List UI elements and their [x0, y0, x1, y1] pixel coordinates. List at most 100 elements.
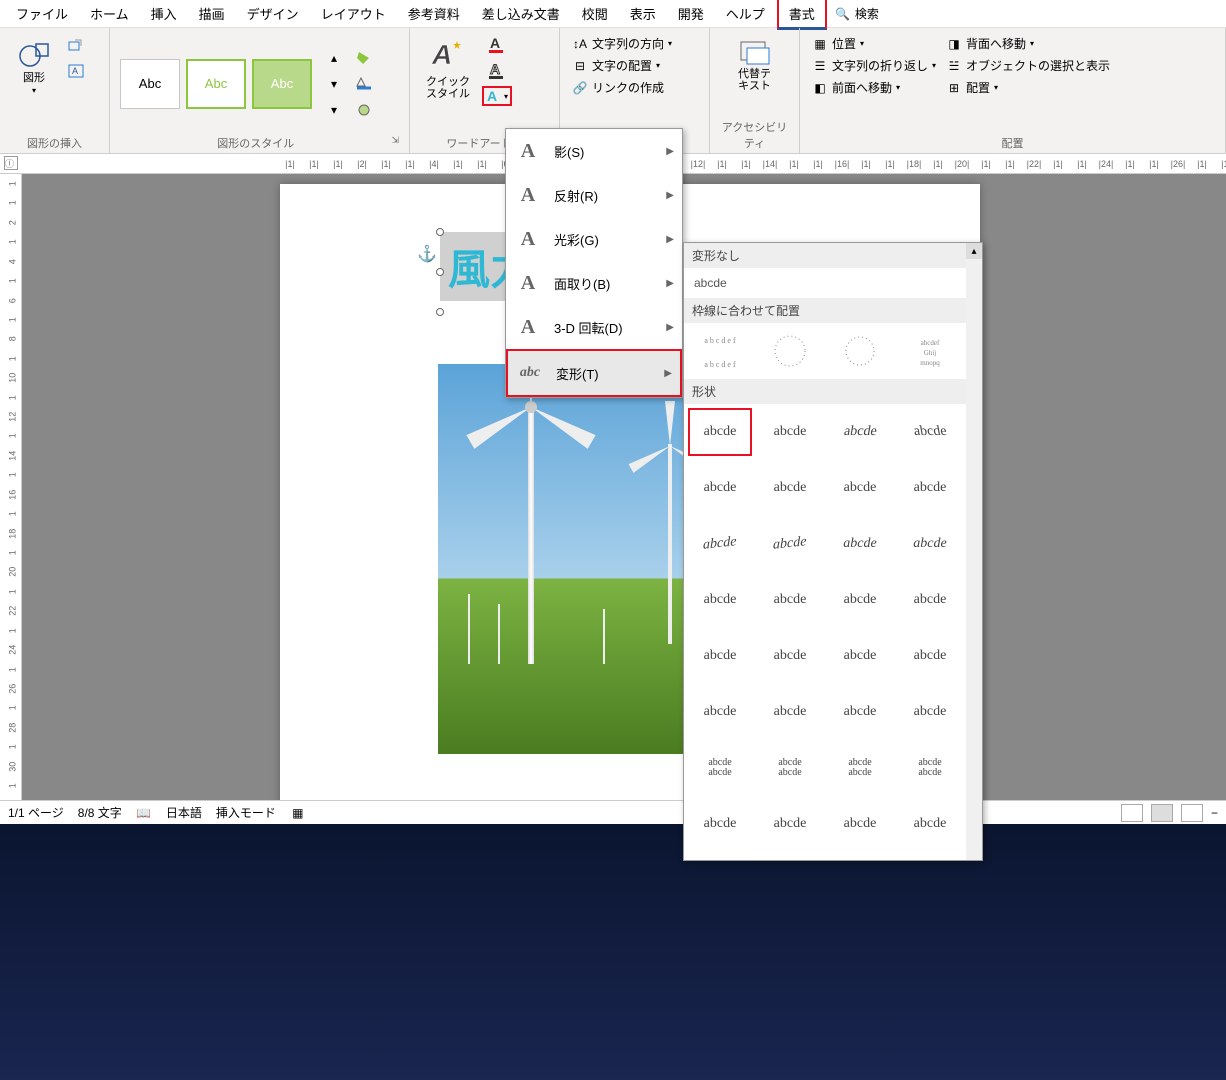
view-read-button[interactable]: [1121, 804, 1143, 822]
warp-frame-1[interactable]: a b c d e fa b c d e f: [688, 327, 752, 375]
menu-developer[interactable]: 開発: [668, 0, 714, 27]
warp-shape-14[interactable]: abcde: [828, 576, 892, 624]
warp-frame-4[interactable]: abcdefGhijmnopq: [898, 327, 962, 375]
text-direction-button[interactable]: ↕A文字列の方向 ▾: [570, 34, 674, 53]
warp-shape-23[interactable]: abcde: [898, 688, 962, 736]
warp-shape-9[interactable]: abcde: [758, 520, 822, 568]
status-words[interactable]: 8/8 文字: [78, 804, 122, 821]
gallery-scrollbar[interactable]: ▴: [966, 243, 982, 860]
view-print-button[interactable]: [1151, 804, 1173, 822]
warp-shape-29[interactable]: abcde: [758, 800, 822, 848]
menu-file[interactable]: ファイル: [6, 0, 78, 27]
warp-shape-6[interactable]: abcde: [828, 464, 892, 512]
warp-shape-22[interactable]: abcde: [828, 688, 892, 736]
warp-shape-25[interactable]: abcdeabcde: [758, 744, 822, 792]
warp-shape-31[interactable]: abcde: [898, 800, 962, 848]
menu-format[interactable]: 書式: [777, 0, 827, 30]
menu-layout[interactable]: レイアウト: [311, 0, 396, 27]
dropdown-item-4[interactable]: A3-D 回転(D)▶: [506, 305, 682, 349]
style-sample-3[interactable]: Abc: [252, 59, 312, 109]
create-link-button[interactable]: 🔗リンクの作成: [570, 78, 674, 97]
view-web-button[interactable]: [1181, 804, 1203, 822]
style-sample-2[interactable]: Abc: [186, 59, 246, 109]
warp-shape-24[interactable]: abcdeabcde: [688, 744, 752, 792]
alt-text-button[interactable]: 代替テ キスト: [731, 34, 779, 96]
text-fill-button[interactable]: A: [485, 34, 509, 56]
warp-shape-7[interactable]: abcde: [898, 464, 962, 512]
macro-icon[interactable]: ▦: [290, 805, 306, 821]
gallery-down-button[interactable]: ▾: [322, 73, 346, 95]
gallery-up-button[interactable]: ▴: [322, 47, 346, 69]
gallery-none-item[interactable]: abcde: [684, 268, 982, 298]
quick-style-button[interactable]: A クイック スタイル: [420, 34, 476, 104]
resize-handle-w[interactable]: [436, 268, 444, 276]
shape-outline-button[interactable]: [352, 73, 376, 95]
warp-shape-19[interactable]: abcde: [898, 632, 962, 680]
status-mode[interactable]: 挿入モード: [216, 804, 276, 821]
dropdown-item-1[interactable]: A反射(R)▶: [506, 173, 682, 217]
status-page[interactable]: 1/1 ページ: [8, 804, 64, 821]
gallery-more-button[interactable]: ▾: [322, 99, 346, 121]
align-text-button[interactable]: ⊟文字の配置 ▾: [570, 56, 674, 75]
warp-shape-5[interactable]: abcde: [758, 464, 822, 512]
style-sample-1[interactable]: Abc: [120, 59, 180, 109]
menu-help[interactable]: ヘルプ: [716, 0, 775, 27]
warp-shape-27[interactable]: abcdeabcde: [898, 744, 962, 792]
inserted-image[interactable]: [438, 364, 703, 754]
menu-design[interactable]: デザイン: [237, 0, 309, 27]
scroll-up-button[interactable]: ▴: [966, 243, 982, 259]
text-effects-button[interactable]: A▾: [482, 86, 512, 106]
text-outline-button[interactable]: A: [485, 60, 509, 82]
menu-mailings[interactable]: 差し込み文書: [472, 0, 570, 27]
warp-shape-13[interactable]: abcde: [758, 576, 822, 624]
warp-shape-10[interactable]: abcde: [828, 520, 892, 568]
warp-shape-17[interactable]: abcde: [758, 632, 822, 680]
menu-references[interactable]: 参考資料: [398, 0, 470, 27]
warp-shape-15[interactable]: abcde: [898, 576, 962, 624]
warp-shape-21[interactable]: abcde: [758, 688, 822, 736]
dropdown-item-0[interactable]: A影(S)▶: [506, 129, 682, 173]
dropdown-item-3[interactable]: A面取り(B)▶: [506, 261, 682, 305]
resize-handle-sw[interactable]: [436, 308, 444, 316]
wrap-text-button[interactable]: ☰文字列の折り返し ▾: [810, 56, 938, 75]
warp-shape-16[interactable]: abcde: [688, 632, 752, 680]
shapes-button[interactable]: 図形 ▾: [10, 34, 58, 99]
ruler-corner[interactable]: ⓛ: [4, 156, 18, 170]
menu-home[interactable]: ホーム: [80, 0, 139, 27]
menu-draw[interactable]: 描画: [189, 0, 235, 27]
dropdown-item-5[interactable]: abc変形(T)▶: [506, 349, 682, 397]
warp-shape-30[interactable]: abcde: [828, 800, 892, 848]
warp-shape-28[interactable]: abcde: [688, 800, 752, 848]
menu-review[interactable]: 校閲: [572, 0, 618, 27]
warp-shape-11[interactable]: abcde: [898, 520, 962, 568]
position-button[interactable]: ▦位置 ▾: [810, 34, 938, 53]
menu-view[interactable]: 表示: [620, 0, 666, 27]
warp-frame-3[interactable]: [828, 327, 892, 375]
warp-shape-26[interactable]: abcdeabcde: [828, 744, 892, 792]
align-button[interactable]: ⊞配置 ▾: [944, 78, 1112, 97]
warp-shape-3[interactable]: abcde: [898, 408, 962, 456]
resize-handle-nw[interactable]: [436, 228, 444, 236]
edit-shape-button[interactable]: [64, 34, 88, 56]
status-language[interactable]: 日本語: [166, 804, 202, 821]
warp-shape-8[interactable]: abcde: [688, 520, 752, 568]
zoom-out[interactable]: −: [1211, 806, 1218, 820]
warp-shape-1[interactable]: abcde: [758, 408, 822, 456]
warp-shape-18[interactable]: abcde: [828, 632, 892, 680]
menu-insert[interactable]: 挿入: [141, 0, 187, 27]
shape-fill-button[interactable]: [352, 47, 376, 69]
spelling-icon[interactable]: 📖: [136, 805, 152, 821]
warp-shape-12[interactable]: abcde: [688, 576, 752, 624]
selection-pane-button[interactable]: ☱オブジェクトの選択と表示: [944, 56, 1112, 75]
dropdown-item-2[interactable]: A光彩(G)▶: [506, 217, 682, 261]
menu-search[interactable]: 🔍 検索: [835, 5, 879, 22]
warp-shape-4[interactable]: abcde: [688, 464, 752, 512]
text-box-button[interactable]: A: [64, 60, 88, 82]
warp-frame-2[interactable]: abcdefghijklm: [758, 327, 822, 375]
bring-forward-button[interactable]: ◧前面へ移動 ▾: [810, 78, 938, 97]
warp-shape-0[interactable]: abcde: [688, 408, 752, 456]
shape-effects-button[interactable]: [352, 99, 376, 121]
warp-shape-20[interactable]: abcde: [688, 688, 752, 736]
ruler-vertical[interactable]: 1121416181101121141161181201221241261281…: [0, 174, 22, 854]
warp-shape-2[interactable]: abcde: [828, 408, 892, 456]
